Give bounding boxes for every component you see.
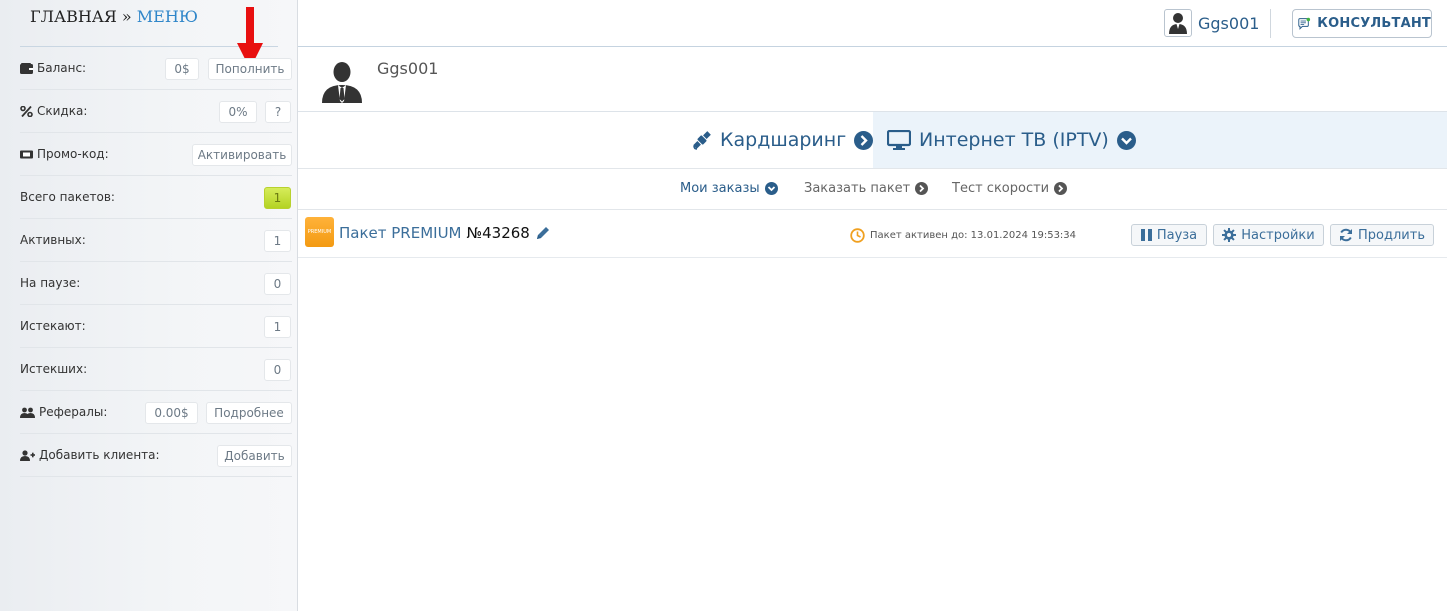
expired-label: Истекших:: [20, 362, 88, 376]
tab-iptv[interactable]: Интернет ТВ (IPTV): [873, 112, 1447, 168]
package-name: Пакет PREMIUM: [339, 224, 462, 242]
package-logo: PREMIUM: [305, 217, 334, 247]
referrals-details-button[interactable]: Подробнее: [206, 402, 292, 424]
sidebar: ГЛАВНАЯ » МЕНЮ Баланс: 0$ Пополнить Скид…: [0, 0, 298, 611]
discount-label-group: Скидка:: [20, 104, 87, 118]
package-number: №43268: [466, 224, 530, 242]
sidebar-row-total-packages: Всего пакетов: 1: [20, 176, 292, 219]
package-status-text: Пакет активен до: 13.01.2024 19:53:34: [870, 230, 1077, 241]
chat-icon: [1298, 17, 1311, 30]
pause-button[interactable]: Пауза: [1131, 224, 1207, 246]
pencil-icon[interactable]: [535, 225, 551, 241]
discount-label: Скидка:: [37, 104, 88, 118]
user-menu-button[interactable]: Ggs001: [1164, 9, 1259, 37]
top-bar: Ggs001 КОНСУЛЬТАНТ: [298, 0, 1447, 47]
tab-speed-test[interactable]: Тест скорости: [952, 181, 1068, 196]
chevron-down-circle-icon: [764, 182, 778, 195]
extend-label: Продлить: [1358, 227, 1425, 243]
expiring-label: Истекают:: [20, 319, 86, 333]
topbar-divider: [1270, 9, 1271, 38]
sidebar-row-expired: Истекших: 0: [20, 348, 292, 391]
active-label: Активных:: [20, 233, 86, 247]
add-client-label: Добавить клиента:: [39, 448, 160, 462]
tab-order-package[interactable]: Заказать пакет: [804, 181, 929, 196]
sidebar-row-expiring: Истекают: 1: [20, 305, 292, 348]
discount-value: 0%: [219, 101, 257, 123]
user-plus-icon: [20, 449, 35, 461]
chevron-right-circle-icon: [915, 182, 929, 195]
total-packages-badge: 1: [264, 187, 291, 209]
expired-count: 0: [264, 359, 291, 381]
breadcrumb-home-link[interactable]: ГЛАВНАЯ: [30, 7, 117, 26]
tab-order-package-label: Заказать пакет: [804, 181, 911, 196]
sidebar-row-discount: Скидка: 0% ?: [20, 90, 292, 133]
sidebar-row-active: Активных: 1: [20, 219, 292, 262]
user-avatar-icon: [1164, 9, 1192, 37]
discount-help-button[interactable]: ?: [265, 101, 291, 123]
gear-icon: [1222, 228, 1237, 242]
promo-label: Промо-код:: [37, 147, 109, 161]
tab-iptv-label: Интернет ТВ (IPTV): [919, 129, 1109, 151]
chevron-right-circle-icon: [1054, 182, 1068, 195]
activate-promo-button[interactable]: Активировать: [192, 144, 292, 166]
profile-name: Ggs001: [377, 59, 439, 78]
user-name: Ggs001: [1198, 13, 1260, 33]
sidebar-row-add-client: Добавить клиента: Добавить: [20, 434, 292, 477]
wallet-icon: [20, 62, 33, 74]
tab-cardsharing[interactable]: Кардшаринг: [692, 112, 874, 168]
tab-speed-test-label: Тест скорости: [952, 181, 1050, 196]
sidebar-row-balance: Баланс: 0$ Пополнить: [20, 47, 292, 90]
referrals-label: Рефералы:: [39, 405, 108, 419]
refresh-icon: [1340, 228, 1353, 242]
sub-tabs: Мои заказы Заказать пакет Тест скорости: [298, 169, 1447, 210]
sidebar-row-promo: Промо-код: Активировать: [20, 133, 292, 176]
monitor-icon: [887, 130, 911, 150]
clock-icon: [850, 228, 865, 243]
promo-label-group: Промо-код:: [20, 147, 109, 161]
breadcrumb-menu-link[interactable]: МЕНЮ: [137, 7, 198, 26]
ticket-icon: [20, 150, 33, 158]
add-client-label-group: Добавить клиента:: [20, 448, 160, 462]
package-status: Пакет активен до: 13.01.2024 19:53:34: [850, 228, 1076, 243]
settings-label: Настройки: [1241, 227, 1315, 243]
package-row: PREMIUM Пакет PREMIUM №43268 Пакет актив…: [298, 210, 1447, 258]
balance-value: 0$: [165, 58, 199, 80]
total-packages-label: Всего пакетов:: [20, 190, 115, 204]
pause-icon: [1140, 229, 1152, 241]
paused-label: На паузе:: [20, 276, 81, 290]
profile-avatar-icon: [322, 62, 362, 103]
service-tabs: Кардшаринг Интернет ТВ (IPTV): [298, 112, 1447, 169]
profile-header: Ggs001: [298, 47, 1447, 112]
package-title[interactable]: Пакет PREMIUM №43268: [339, 224, 551, 242]
tab-cardsharing-label: Кардшаринг: [720, 129, 847, 151]
breadcrumb-separator: »: [121, 7, 132, 26]
settings-button[interactable]: Настройки: [1213, 224, 1324, 246]
percent-icon: [20, 105, 33, 117]
sidebar-row-paused: На паузе: 0: [20, 262, 292, 305]
tab-my-orders[interactable]: Мои заказы: [680, 181, 778, 196]
paused-count: 0: [264, 273, 291, 295]
referrals-label-group: Рефералы:: [20, 405, 107, 419]
users-icon: [20, 407, 35, 418]
top-up-button[interactable]: Пополнить: [208, 58, 292, 80]
active-count: 1: [264, 230, 291, 252]
chevron-down-circle-icon: [1116, 130, 1136, 150]
balance-label-group: Баланс:: [20, 61, 86, 75]
consultant-button[interactable]: КОНСУЛЬТАНТ: [1292, 9, 1432, 38]
chevron-right-circle-icon: [854, 130, 874, 150]
pause-label: Пауза: [1156, 227, 1198, 243]
tab-my-orders-label: Мои заказы: [680, 181, 760, 196]
satellite-icon: [693, 131, 711, 150]
breadcrumb: ГЛАВНАЯ » МЕНЮ: [30, 7, 198, 26]
consultant-label: КОНСУЛЬТАНТ: [1317, 16, 1431, 31]
add-client-button[interactable]: Добавить: [217, 445, 292, 467]
balance-label: Баланс:: [37, 61, 87, 75]
extend-button[interactable]: Продлить: [1330, 224, 1434, 246]
sidebar-row-referrals: Рефералы: 0.00$ Подробнее: [20, 391, 292, 434]
expiring-count: 1: [264, 316, 291, 338]
referrals-value: 0.00$: [145, 402, 198, 424]
